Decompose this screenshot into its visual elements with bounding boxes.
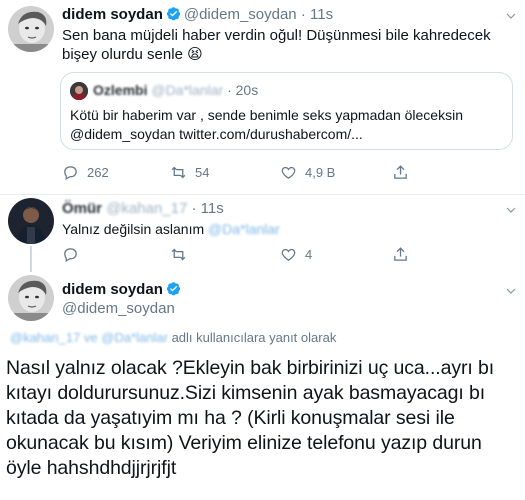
tweet3-author-name[interactable]: didem soydan <box>62 281 163 298</box>
quoted-tweet-card[interactable]: Ozlembi @Da*lanlar · 20s Kötü bir haberi… <box>60 72 513 150</box>
verified-badge-icon <box>166 281 181 296</box>
retweet-icon <box>171 248 186 261</box>
chevron-down-icon[interactable] <box>505 9 517 21</box>
reply-icon <box>64 248 77 263</box>
reply-icon <box>64 166 77 181</box>
tweet1-actions: 262 54 4,9 B <box>62 164 502 184</box>
reply-count: 262 <box>87 165 109 180</box>
tweet2-header: Ömür @kahan_17 · 11s <box>62 200 224 217</box>
tweet2-actions: 4 <box>62 246 502 266</box>
quote-avatar <box>70 82 88 100</box>
avatar-omur[interactable] <box>8 198 54 244</box>
quote-link[interactable]: twitter.com/durushabercom/... <box>179 126 363 142</box>
avatar-didem-main[interactable] <box>8 275 54 321</box>
tweet3-handle-row: @didem_soydan <box>62 300 175 317</box>
chevron-down-icon[interactable] <box>505 203 517 215</box>
share-button[interactable] <box>392 246 409 263</box>
separator-dot: · <box>300 6 306 23</box>
like-icon <box>281 166 296 179</box>
separator-dot: · <box>191 200 197 217</box>
tweet1-author-name[interactable]: didem soydan <box>62 6 163 23</box>
like-count: 4 <box>305 247 313 262</box>
quote-author-name: Ozlembi <box>93 82 148 98</box>
tweet3-handle[interactable]: @didem_soydan <box>62 300 175 317</box>
chevron-down-icon[interactable] <box>505 284 517 296</box>
tweet1-handle[interactable]: @didem_soydan <box>184 6 297 23</box>
tweet1-timestamp[interactable]: 11s <box>310 6 333 23</box>
like-button[interactable]: 4,9 B <box>280 164 335 181</box>
share-button[interactable] <box>392 164 409 181</box>
retweet-button[interactable] <box>170 246 195 263</box>
divider <box>0 194 525 195</box>
quote-header: Ozlembi @Da*lanlar · 20s <box>93 82 258 98</box>
tweet1-body: Sen bana müjdeli haber verdin oğul! Düşü… <box>62 27 491 63</box>
quote-handle: @Da*lanlar <box>151 82 224 98</box>
like-icon <box>281 248 296 261</box>
tweet3-name-row: didem soydan <box>62 281 184 298</box>
separator-dot: · <box>227 82 232 98</box>
reply-button[interactable]: 262 <box>62 164 109 181</box>
quote-text: Kötü bir haberim var , sende benimle sek… <box>70 106 463 144</box>
reply-suffix: adlı kullanıcılara yanıt olarak <box>171 330 337 345</box>
tweet2-body: Yalnız değilsin aslanım <box>62 221 205 237</box>
replying-to-line: @kahan_17 ve @Da*lanlar adlı kullanıcıla… <box>10 330 336 345</box>
like-button[interactable]: 4 <box>280 246 312 263</box>
like-count: 4,9 B <box>305 165 336 180</box>
reply-mentions[interactable]: @kahan_17 ve @Da*lanlar <box>10 330 168 345</box>
quote-line1: Kötü bir haberim var , sende benimle sek… <box>70 107 463 123</box>
tweet3-text: Nasıl yalnız olacak ?Ekleyin bak birbiri… <box>6 357 495 479</box>
reply-button[interactable] <box>62 246 87 263</box>
retweet-icon <box>171 166 186 179</box>
retweet-button[interactable]: 54 <box>170 164 209 181</box>
tweet2-text: Yalnız değilsin aslanım @Da*lanlar <box>62 220 502 239</box>
tweet2-timestamp[interactable]: 11s <box>201 200 224 217</box>
share-icon <box>394 247 407 261</box>
avatar-didem[interactable] <box>8 6 54 52</box>
quote-timestamp: 20s <box>235 82 259 98</box>
tweet1-header: didem soydan @didem_soydan · 11s <box>62 6 333 23</box>
tweet2-author-name[interactable]: Ömür <box>62 200 102 217</box>
tweet2-handle[interactable]: @kahan_17 <box>106 200 187 217</box>
share-icon <box>394 165 407 179</box>
tired-face-emoji-icon: 😫 <box>187 46 203 63</box>
tweet1-text: Sen bana müjdeli haber verdin oğul! Düşü… <box>62 26 502 64</box>
tweet2-mention[interactable]: @Da*lanlar <box>208 221 280 237</box>
quote-mention[interactable]: @didem_soydan <box>70 126 175 142</box>
verified-badge-icon <box>166 6 181 21</box>
thread-line <box>30 246 32 272</box>
retweet-count: 54 <box>195 165 210 180</box>
